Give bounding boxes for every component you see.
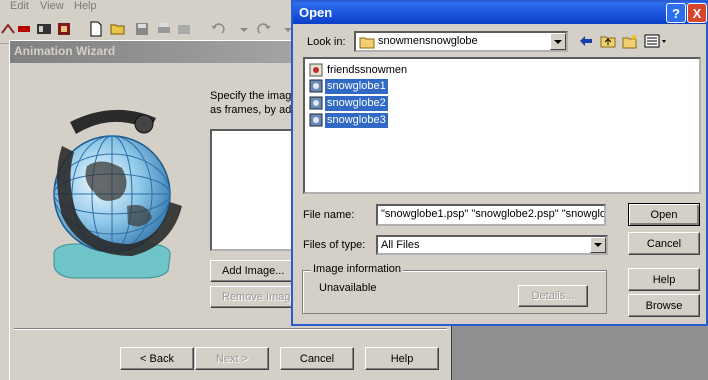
image-info-value: Unavailable [319, 282, 377, 294]
files-of-type-label: Files of type: [303, 239, 366, 251]
up-folder-icon[interactable] [600, 33, 616, 49]
new-file-icon[interactable] [88, 21, 104, 37]
look-in-value: snowmensnowglobe [378, 35, 478, 47]
next-button[interactable]: Next > [195, 347, 269, 370]
chevron-down-icon[interactable] [550, 33, 566, 50]
file-item[interactable]: snowglobe3 [309, 112, 388, 128]
open-dialog: Open ? X Look in: snowmensnowglobe frien… [291, 0, 708, 326]
scan-icon[interactable] [176, 21, 192, 37]
remove-image-button[interactable]: Remove Image [210, 286, 300, 308]
image-info-group: Image information Unavailable Details... [302, 263, 607, 314]
psp-file-icon [309, 113, 323, 127]
wizard-separator [14, 328, 447, 330]
menu-help[interactable]: Help [74, 0, 97, 12]
globe-film-icon [32, 106, 190, 286]
back-arrow-icon[interactable] [578, 33, 594, 49]
app-workspace [450, 325, 708, 380]
details-button[interactable]: Details... [518, 285, 588, 307]
tool-icon[interactable] [56, 21, 72, 37]
file-item[interactable]: snowglobe1 [309, 78, 388, 94]
open-dialog-title: Open [293, 2, 706, 24]
psp-file-icon [309, 96, 323, 110]
open-button[interactable]: Open [628, 203, 700, 226]
save-icon[interactable] [134, 21, 150, 37]
frames-listbox[interactable] [210, 129, 300, 251]
file-item[interactable]: snowglobe2 [309, 95, 388, 111]
look-in-select[interactable]: snowmensnowglobe [354, 31, 568, 52]
view-menu-icon[interactable] [644, 33, 668, 49]
folder-icon [359, 35, 375, 49]
cancel-button[interactable]: Cancel [280, 347, 354, 370]
file-name-input[interactable]: "snowglobe1.psp" "snowglobe2.psp" "snowg… [376, 204, 606, 226]
look-in-label: Look in: [307, 36, 346, 48]
menu-view[interactable]: View [40, 0, 64, 12]
file-item[interactable]: friendssnowmen [309, 62, 409, 78]
image-info-label: Image information [311, 263, 404, 275]
new-folder-icon[interactable] [622, 33, 638, 49]
undo-icon[interactable] [210, 21, 226, 37]
close-caption-button[interactable]: X [687, 3, 707, 23]
help-button[interactable]: Help [365, 347, 439, 370]
tool-icon[interactable] [36, 21, 52, 37]
help-button[interactable]: Help [628, 268, 700, 291]
help-caption-button[interactable]: ? [666, 3, 686, 23]
tool-icon[interactable] [16, 21, 32, 37]
chevron-down-icon[interactable] [590, 237, 606, 253]
files-of-type-value: All Files [381, 239, 420, 251]
menu-edit[interactable]: Edit [10, 0, 29, 12]
file-name-label: File name: [303, 209, 355, 221]
app-menu-bar: Edit View Help [0, 0, 300, 14]
open-folder-icon[interactable] [110, 21, 126, 37]
browse-button[interactable]: Browse [628, 294, 700, 317]
back-button[interactable]: < Back [120, 347, 194, 370]
files-of-type-select[interactable]: All Files [376, 235, 608, 255]
psp-file-icon [309, 63, 323, 77]
cancel-button[interactable]: Cancel [628, 232, 700, 255]
print-icon[interactable] [156, 21, 172, 37]
psp-file-icon [309, 79, 323, 93]
file-list[interactable]: friendssnowmen snowglobe1 snowglobe2 sno… [303, 57, 701, 194]
tool-icon[interactable] [0, 21, 16, 37]
chevron-down-icon[interactable] [236, 21, 252, 37]
redo-icon[interactable] [256, 21, 272, 37]
add-image-button[interactable]: Add Image... [210, 260, 300, 282]
